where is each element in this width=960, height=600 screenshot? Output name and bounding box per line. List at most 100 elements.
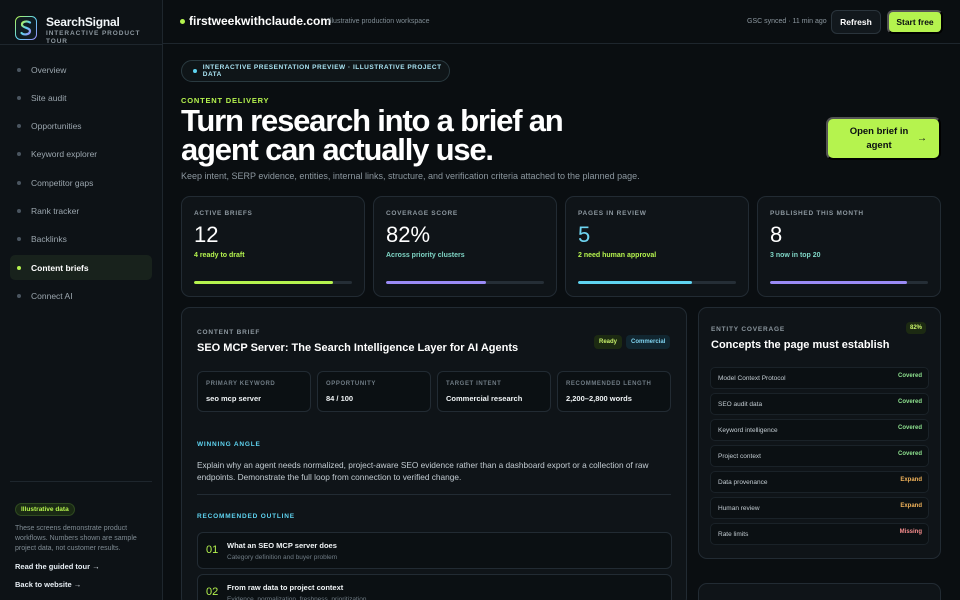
sidebar-item-site-audit[interactable]: Site audit <box>10 85 152 110</box>
preview-pill: INTERACTIVE PRESENTATION PREVIEW · ILLUS… <box>181 60 450 82</box>
nav-dot-icon <box>17 152 21 157</box>
stat-note: 3 now in top 20 <box>770 252 821 259</box>
sidebar-item-backlinks[interactable]: Backlinks <box>10 227 152 252</box>
entity-name: Data provenance <box>718 479 768 486</box>
nav-dot-icon <box>17 67 21 72</box>
stat-label: PAGES IN REVIEW <box>578 210 647 217</box>
sidebar-item-opportunities[interactable]: Opportunities <box>10 114 152 139</box>
brand-name: SearchSignal <box>46 15 120 29</box>
stat-label: COVERAGE SCORE <box>386 210 458 217</box>
lower-card <box>698 583 941 600</box>
outline-number: 02 <box>206 586 219 598</box>
stat-label: PUBLISHED THIS MONTH <box>770 210 864 217</box>
entity-row: SEO audit data Covered <box>710 393 929 415</box>
sidebar-item-competitor-gaps[interactable]: Competitor gaps <box>10 170 152 195</box>
stat-progress-fill <box>578 281 692 284</box>
open-brief-in-agent-button[interactable]: Open brief in agent → <box>826 117 941 160</box>
stat-value: 5 <box>578 222 591 247</box>
sidebar-item-label: Backlinks <box>31 234 67 245</box>
entity-name: SEO audit data <box>718 401 763 408</box>
nav-dot-icon <box>17 124 21 129</box>
searchsignal-logo-icon <box>15 16 37 40</box>
stat-progress-bar <box>386 281 544 284</box>
brand-subtitle: Interactive product tour <box>46 30 141 45</box>
guided-tour-link[interactable]: Read the guided tour → <box>15 562 152 571</box>
entity-status-badge: Covered <box>897 399 922 405</box>
project-domain[interactable]: firstweekwithclaude.com <box>189 14 331 28</box>
sidebar-item-rank-tracker[interactable]: Rank tracker <box>10 198 152 223</box>
sidebar-footer: Illustrative data These screens demonstr… <box>10 481 152 589</box>
workspace-label: Illustrative production workspace <box>328 18 430 25</box>
entity-name: Project context <box>718 453 761 460</box>
entity-name: Keyword intelligence <box>718 427 778 434</box>
nav-dot-icon <box>17 180 21 185</box>
field-value: 84 / 100 <box>326 394 354 403</box>
stat-progress-bar <box>770 281 928 284</box>
content-brief-card: CONTENT BRIEF SEO MCP Server: The Search… <box>181 307 687 600</box>
entity-name: Model Context Protocol <box>718 375 786 382</box>
sidebar-item-overview[interactable]: Overview <box>10 57 152 82</box>
field-label: RECOMMENDED LENGTH <box>566 381 652 387</box>
coverage-percent-badge: 82% <box>906 322 927 334</box>
entity-eyebrow: ENTITY COVERAGE <box>711 326 786 333</box>
arrow-right-icon: → <box>917 132 927 144</box>
domain-status-dot <box>180 19 185 24</box>
entity-status-badge: Missing <box>899 529 922 535</box>
brand[interactable]: SearchSignal Interactive product tour <box>0 0 162 45</box>
entity-status-badge: Covered <box>897 425 922 431</box>
nav-dot-icon <box>17 293 21 298</box>
stat-card: COVERAGE SCORE 82% Across priority cluster… <box>373 196 557 297</box>
sync-status: GSC synced · 11 min ago <box>747 18 827 25</box>
stat-note: 4 ready to draft <box>194 252 245 259</box>
entity-row: Keyword intelligence Covered <box>710 419 929 441</box>
nav-dot-icon <box>17 208 21 213</box>
field-value: 2,200–2,800 words <box>566 394 632 403</box>
entity-title: Concepts the page must establish <box>711 339 890 351</box>
outline-description: Evidence, normalization, freshness, prio… <box>227 596 367 600</box>
preview-pill-text: INTERACTIVE PRESENTATION PREVIEW · ILLUS… <box>202 64 442 78</box>
sidebar-item-label: Competitor gaps <box>31 177 94 188</box>
back-to-website-link[interactable]: Back to website → <box>15 580 152 589</box>
sidebar-item-label: Content briefs <box>31 262 89 273</box>
stat-card: PAGES IN REVIEW 5 2 need human approval <box>565 196 749 297</box>
stat-progress-bar <box>194 281 352 284</box>
outline-description: Category definition and buyer problem <box>227 554 338 561</box>
entity-status-badge: Expand <box>900 503 922 509</box>
outline-title: From raw data to project context <box>227 583 344 592</box>
sidebar-nav: Overview Site audit Opportunities Keyword e… <box>0 45 162 308</box>
sidebar-item-label: Opportunities <box>31 121 82 132</box>
brief-field: TARGET INTENT Commercial research <box>437 371 551 412</box>
outline-item[interactable]: 02 From raw data to project context Eviden… <box>197 574 672 600</box>
refresh-button[interactable]: Refresh <box>831 10 881 34</box>
outline-item[interactable]: 01 What an SEO MCP server does Category de… <box>197 532 672 569</box>
brief-eyebrow: CONTENT BRIEF <box>197 329 261 336</box>
top-bar: firstweekwithclaude.com Illustrative pro… <box>163 0 960 44</box>
brief-title: SEO MCP Server: The Search Intelligence … <box>197 342 519 354</box>
start-free-button[interactable]: Start free <box>887 10 943 34</box>
preview-dot-icon <box>193 69 197 73</box>
illustrative-data-badge: Illustrative data <box>15 503 75 516</box>
entity-row: Data provenance Expand <box>710 471 929 493</box>
entity-row: Human review Expand <box>710 497 929 519</box>
hero-subtitle: Keep intent, SERP evidence, entities, in… <box>181 171 640 181</box>
sidebar-item-connect-ai[interactable]: Connect AI <box>10 283 152 308</box>
sidebar-item-label: Rank tracker <box>31 205 80 216</box>
stat-label: ACTIVE BRIEFS <box>194 210 253 217</box>
entity-name: Human review <box>718 505 760 512</box>
sidebar-item-keyword-explorer[interactable]: Keyword explorer <box>10 142 152 167</box>
open-brief-label: Open brief in agent <box>849 125 909 151</box>
stat-progress-fill <box>194 281 334 284</box>
sidebar-item-content-briefs[interactable]: Content briefs <box>10 255 152 281</box>
stat-progress-bar <box>578 281 736 284</box>
entity-status-badge: Covered <box>897 451 922 457</box>
status-badge-ready: Ready <box>594 335 623 349</box>
field-value: Commercial research <box>446 394 523 403</box>
entity-status-badge: Covered <box>897 373 922 379</box>
stat-progress-fill <box>770 281 908 284</box>
entity-coverage-card: ENTITY COVERAGE Concepts the page must e… <box>698 307 941 559</box>
entity-status-badge: Expand <box>900 477 922 483</box>
entity-row: Project context Covered <box>710 445 929 467</box>
brief-field: RECOMMENDED LENGTH 2,200–2,800 words <box>557 371 671 412</box>
entity-row: Rate limits Missing <box>710 523 929 545</box>
sidebar-item-label: Connect AI <box>31 290 73 301</box>
